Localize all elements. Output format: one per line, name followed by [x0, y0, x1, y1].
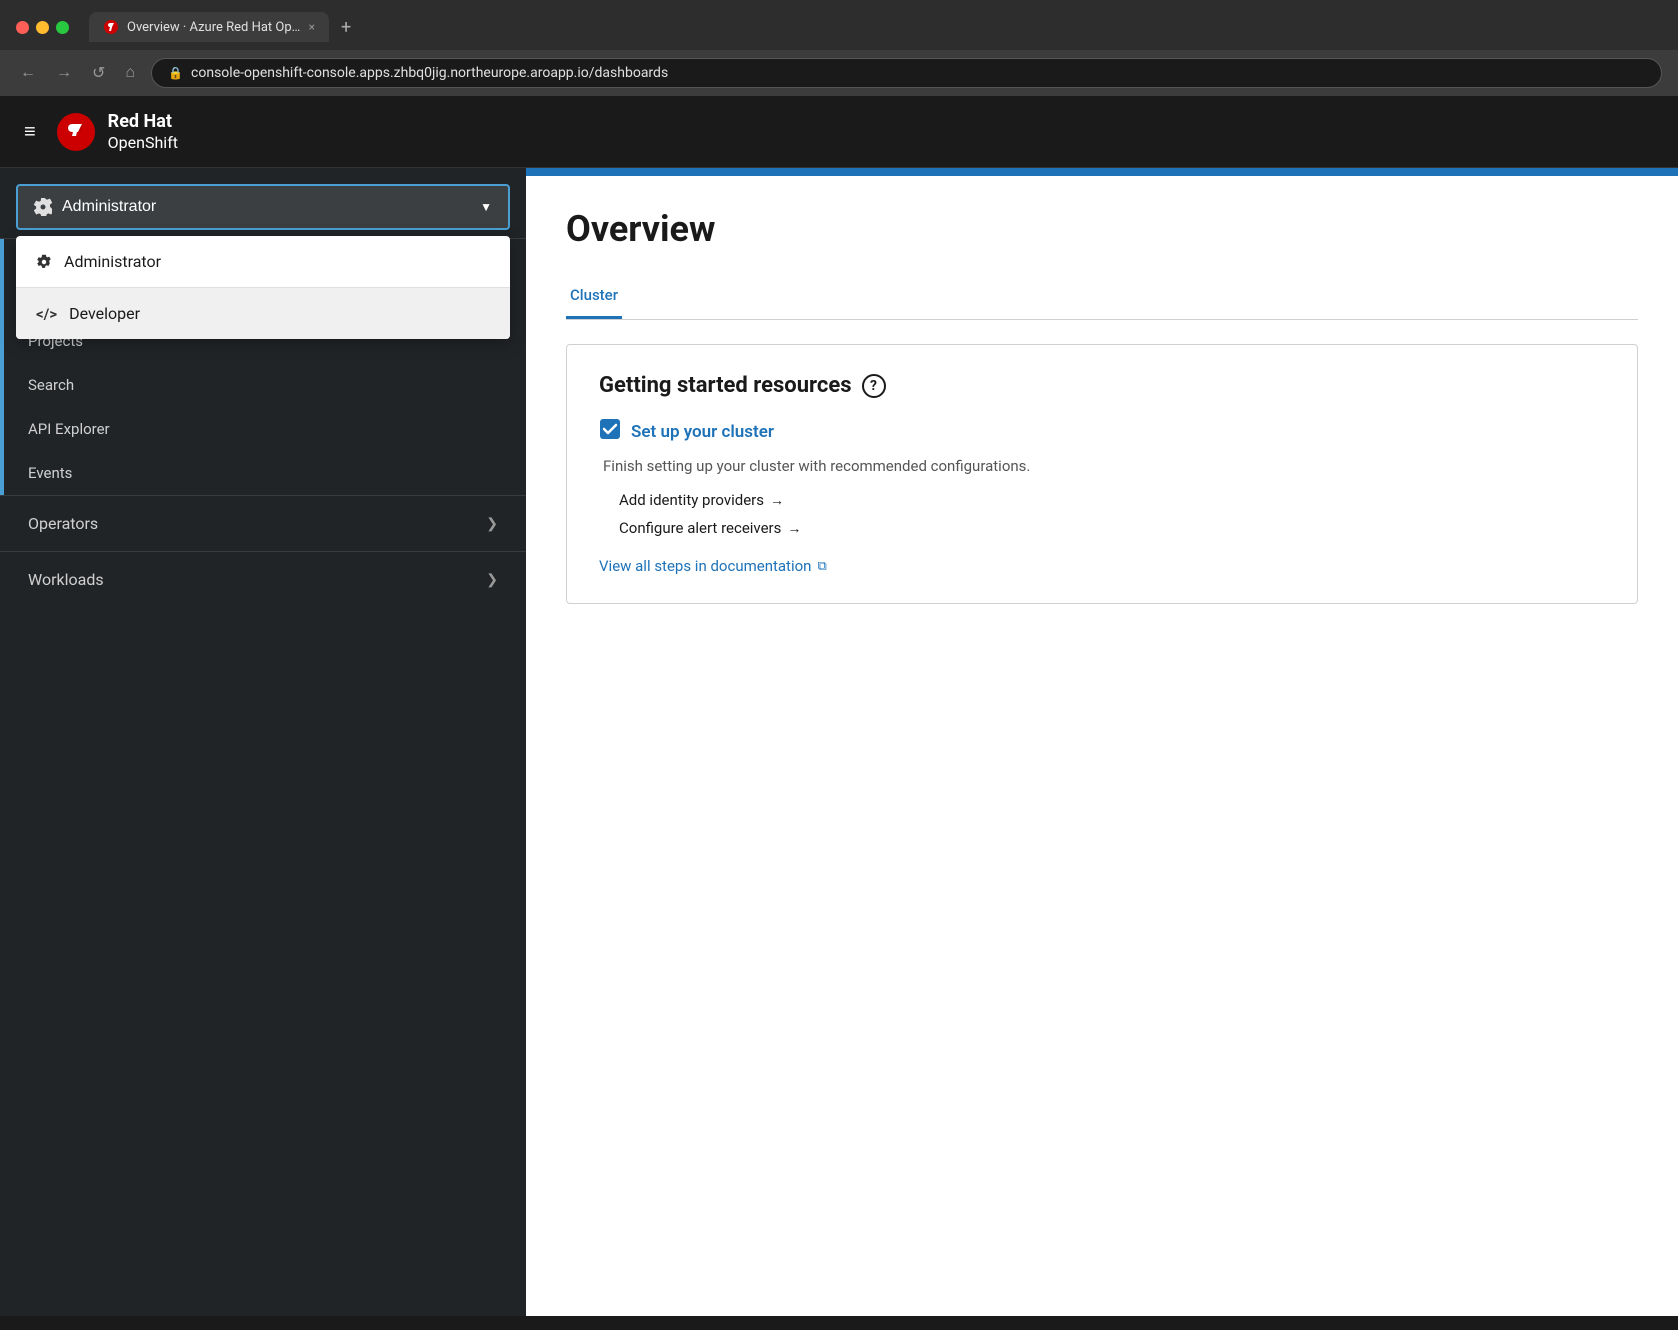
blue-band: [526, 168, 1678, 176]
tab-cluster-label: Cluster: [570, 286, 618, 304]
home-button[interactable]: ⌂: [121, 60, 139, 86]
sidebar-item-workloads[interactable]: Workloads ❯: [0, 552, 526, 607]
browser-tab[interactable]: Overview · Azure Red Hat Ope... ×: [89, 12, 329, 42]
developer-code-icon: </>: [36, 305, 57, 323]
dropdown-administrator-label: Administrator: [64, 252, 161, 271]
setup-cluster-title[interactable]: Set up your cluster: [631, 422, 774, 442]
perspective-label: Administrator: [62, 198, 156, 216]
brand-name: Red Hat: [108, 111, 178, 133]
perspective-dropdown-arrow: ▼: [480, 200, 492, 214]
workloads-section: Workloads ❯: [0, 551, 526, 607]
url-text: console-openshift-console.apps.zhbq0jig.…: [191, 65, 668, 81]
workloads-chevron-icon: ❯: [486, 572, 498, 588]
dropdown-item-administrator[interactable]: Administrator: [16, 236, 510, 287]
configure-alert-label: Configure alert receivers: [619, 519, 781, 537]
page-title: Overview: [566, 208, 1638, 250]
external-link-icon: ⧉: [817, 559, 826, 574]
setup-check-icon: [599, 418, 621, 445]
perspective-switcher: Administrator ▼ Administrator </>: [0, 168, 526, 230]
address-bar[interactable]: 🔒 console-openshift-console.apps.zhbq0ji…: [151, 58, 1662, 88]
tab-favicon: [103, 19, 119, 35]
view-docs-label: View all steps in documentation: [599, 557, 811, 575]
brand-logo: Red Hat OpenShift: [56, 111, 178, 152]
card-title-text: Getting started resources: [599, 373, 852, 398]
perspective-button[interactable]: Administrator ▼: [16, 184, 510, 230]
gear-icon: [34, 198, 52, 216]
sidebar-nav: Projects Search API Explorer Events: [0, 238, 526, 1316]
dropdown-item-developer[interactable]: </> Developer: [16, 288, 510, 339]
forward-button[interactable]: →: [52, 60, 76, 86]
perspective-dropdown-menu: Administrator </> Developer: [16, 236, 510, 339]
sidebar: Administrator ▼ Administrator </>: [0, 168, 526, 1316]
operators-section: Operators ❯: [0, 495, 526, 551]
add-identity-providers-link[interactable]: Add identity providers →: [599, 491, 1605, 509]
help-icon[interactable]: ?: [862, 374, 886, 398]
getting-started-card: Getting started resources ? Set up your …: [566, 344, 1638, 604]
api-explorer-label: API Explorer: [28, 420, 110, 438]
card-title: Getting started resources ?: [599, 373, 1605, 398]
configure-alert-arrow-icon: →: [787, 520, 801, 537]
add-identity-providers-label: Add identity providers: [619, 491, 764, 509]
sidebar-item-operators[interactable]: Operators ❯: [0, 496, 526, 551]
sidebar-item-events[interactable]: Events: [0, 451, 526, 495]
back-button[interactable]: ←: [16, 60, 40, 86]
tab-title: Overview · Azure Red Hat Ope...: [127, 20, 301, 35]
brand-text: Red Hat OpenShift: [108, 111, 178, 152]
lock-icon: 🔒: [168, 66, 183, 80]
brand-product: OpenShift: [108, 133, 178, 152]
top-header: ≡ Red Hat OpenShift: [0, 96, 1678, 168]
view-docs-link[interactable]: View all steps in documentation ⧉: [599, 557, 1605, 575]
tab-close-button[interactable]: ×: [309, 20, 315, 34]
tabs-bar: Cluster: [566, 274, 1638, 320]
configure-alert-receivers-link[interactable]: Configure alert receivers →: [599, 519, 1605, 537]
traffic-light-green[interactable]: [56, 21, 69, 34]
operators-label: Operators: [28, 514, 98, 533]
main-content: Overview Cluster Getting started resourc…: [526, 168, 1678, 1316]
traffic-light-yellow[interactable]: [36, 21, 49, 34]
dropdown-developer-label: Developer: [69, 304, 140, 323]
redhat-logo-icon: [56, 112, 96, 152]
sidebar-item-search[interactable]: Search: [0, 363, 526, 407]
add-identity-arrow-icon: →: [770, 492, 784, 509]
workloads-label: Workloads: [28, 570, 104, 589]
tab-cluster[interactable]: Cluster: [566, 274, 622, 319]
setup-description: Finish setting up your cluster with reco…: [599, 457, 1605, 475]
administrator-gear-icon: [36, 254, 52, 270]
events-label: Events: [28, 464, 72, 482]
search-label: Search: [28, 376, 74, 394]
refresh-button[interactable]: ↺: [88, 59, 109, 87]
new-tab-button[interactable]: +: [333, 13, 359, 42]
traffic-light-red[interactable]: [16, 21, 29, 34]
sidebar-item-api-explorer[interactable]: API Explorer: [0, 407, 526, 451]
setup-cluster-item: Set up your cluster: [599, 418, 1605, 445]
hamburger-button[interactable]: ≡: [24, 122, 36, 142]
operators-chevron-icon: ❯: [486, 516, 498, 532]
